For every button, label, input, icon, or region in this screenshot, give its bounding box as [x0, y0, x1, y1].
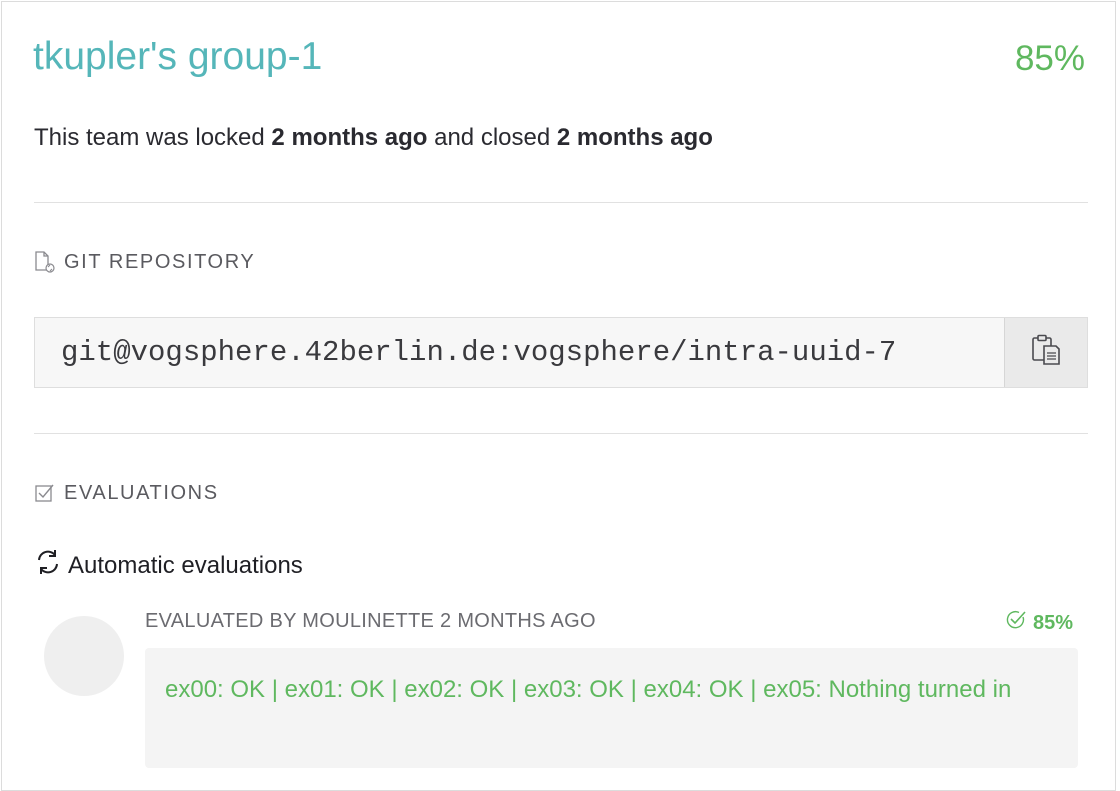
repo-url-field: git@vogsphere.42berlin.de:vogsphere/intr…	[34, 317, 1088, 388]
file-sync-icon	[34, 250, 56, 274]
evaluations-heading: EVALUATIONS	[34, 481, 219, 505]
closed-ago: 2 months ago	[556, 124, 713, 151]
automatic-evaluations-title: Automatic evaluations	[68, 551, 303, 579]
status-prefix: This team was locked	[34, 124, 272, 151]
locked-ago: 2 months ago	[271, 124, 428, 151]
evaluation-result: ex00: OK | ex01: OK | ex02: OK | ex03: O…	[145, 648, 1078, 768]
team-card: tkupler's group-1 85% This team was lock…	[1, 1, 1116, 791]
team-score: 85%	[1014, 39, 1085, 78]
checkbox-icon	[34, 481, 56, 505]
automatic-evaluations-heading: Automatic evaluations	[34, 548, 303, 583]
divider	[34, 202, 1088, 203]
evaluation-score-value: 85%	[1032, 611, 1073, 634]
refresh-icon	[34, 548, 62, 583]
team-status-line: This team was locked 2 months ago and cl…	[34, 124, 713, 152]
evaluation-score: 85%	[1005, 609, 1073, 637]
evaluator-line: EVALUATED BY MOULINETTE 2 MONTHS AGO	[145, 610, 596, 632]
divider	[34, 433, 1088, 434]
evaluator-avatar	[44, 616, 124, 696]
status-middle: and closed	[427, 124, 557, 151]
evaluations-title: EVALUATIONS	[64, 481, 219, 504]
check-circle-icon	[1005, 609, 1027, 637]
clipboard-icon	[1029, 333, 1063, 372]
git-repository-title: GIT REPOSITORY	[64, 250, 256, 273]
copy-repo-button[interactable]	[1004, 318, 1087, 387]
team-name[interactable]: tkupler's group-1	[33, 35, 322, 79]
repo-url[interactable]: git@vogsphere.42berlin.de:vogsphere/intr…	[35, 318, 1004, 387]
git-repository-heading: GIT REPOSITORY	[34, 250, 255, 274]
